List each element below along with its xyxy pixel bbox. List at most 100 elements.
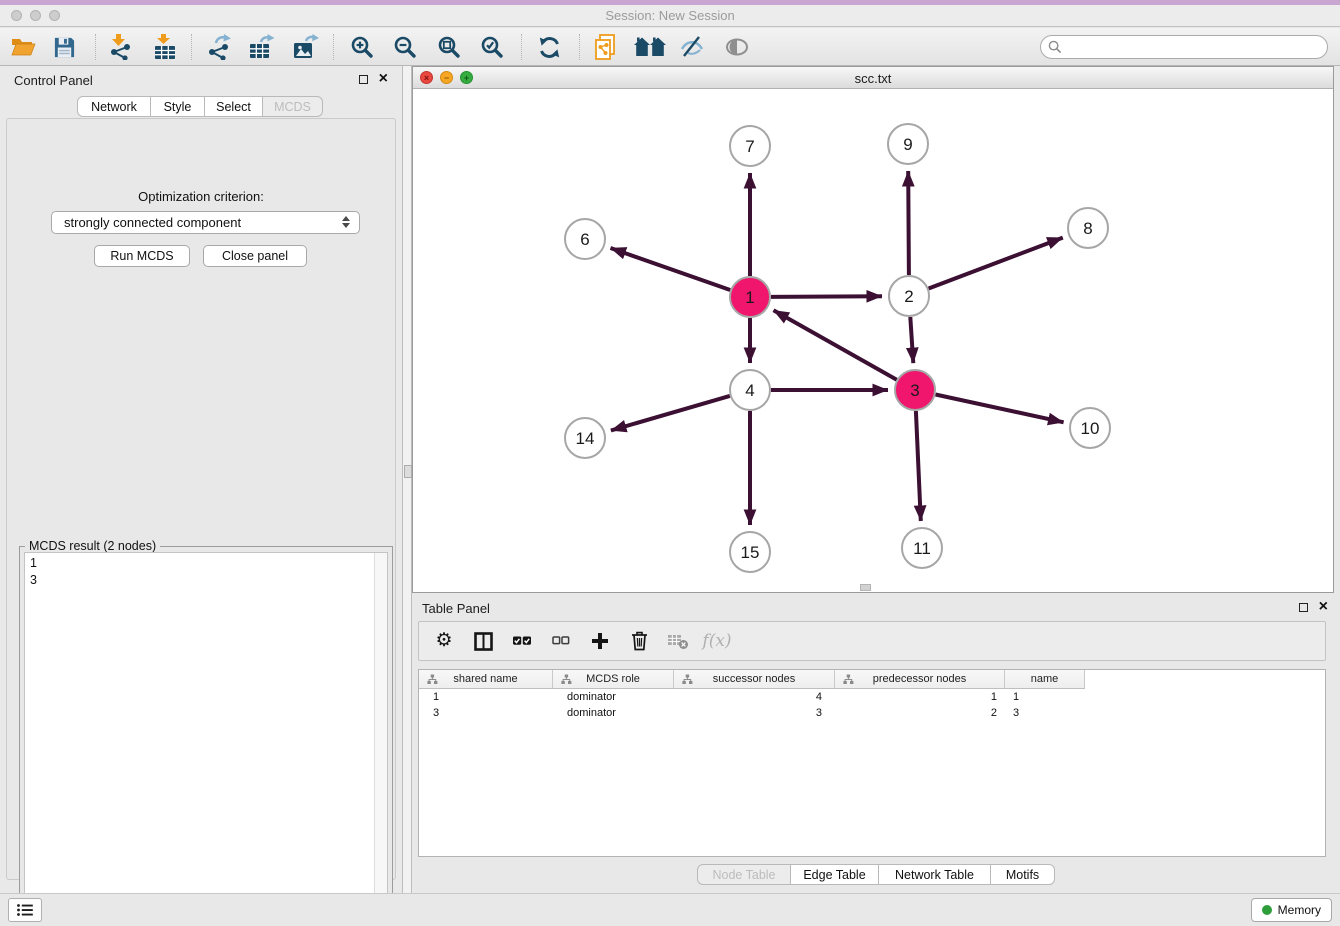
tab-edge-table[interactable]: Edge Table (791, 864, 879, 885)
session-title: Session: New Session (0, 8, 1340, 23)
svg-text:2: 2 (904, 287, 913, 306)
splitter-grip[interactable] (404, 465, 412, 478)
hierarchy-icon (427, 674, 438, 688)
toolbar-separator (191, 34, 192, 60)
node-11[interactable]: 11 (902, 528, 942, 568)
toolbar-separator (95, 34, 96, 60)
network-canvas[interactable]: 1 2 3 4 6 7 8 9 10 11 14 15 (413, 89, 1333, 592)
column-header-mcds-role[interactable]: MCDS role (553, 670, 674, 689)
tab-node-table[interactable]: Node Table (697, 864, 791, 885)
edge-2-8[interactable] (929, 238, 1063, 289)
tab-mcds[interactable]: MCDS (263, 96, 323, 117)
zoom-out-icon[interactable] (390, 33, 420, 61)
column-header-successor-nodes[interactable]: successor nodes (674, 670, 835, 689)
export-image-icon[interactable] (290, 33, 320, 61)
edge-2-9[interactable] (908, 171, 909, 275)
mcds-result-scrollbar[interactable] (374, 553, 387, 918)
tab-select[interactable]: Select (205, 96, 263, 117)
node-4[interactable]: 4 (730, 370, 770, 410)
memory-button[interactable]: Memory (1251, 898, 1332, 922)
network-scrollbar-thumb[interactable] (860, 584, 871, 591)
control-panel-title: Control Panel (14, 73, 93, 88)
edge-1-6[interactable] (611, 248, 731, 290)
table-tabs: Node Table Edge Table Network Table Moti… (697, 864, 1055, 886)
column-settings-icon[interactable]: ⚙ (433, 630, 455, 652)
edge-3-11[interactable] (916, 411, 921, 521)
node-9[interactable]: 9 (888, 124, 928, 164)
tab-network-table[interactable]: Network Table (879, 864, 991, 885)
table-float-panel-icon[interactable] (1299, 603, 1308, 612)
apply-layout-icon[interactable] (534, 33, 564, 61)
column-label: successor nodes (713, 673, 796, 685)
float-panel-icon[interactable] (359, 75, 368, 84)
edge-4-14[interactable] (611, 396, 730, 431)
new-network-from-file-icon[interactable] (590, 33, 620, 61)
node-10[interactable]: 10 (1070, 408, 1110, 448)
main-toolbar (0, 28, 1340, 66)
edge-3-10[interactable] (936, 395, 1064, 423)
export-table-icon[interactable] (246, 33, 276, 61)
run-mcds-button[interactable]: Run MCDS (94, 245, 190, 267)
svg-text:1: 1 (745, 288, 754, 307)
tab-motifs[interactable]: Motifs (991, 864, 1055, 885)
column-header-name[interactable]: name (1005, 670, 1085, 689)
svg-text:14: 14 (576, 429, 595, 448)
svg-text:10: 10 (1081, 419, 1100, 438)
table-cell: 1 (419, 689, 553, 705)
mcds-result-group: MCDS result (2 nodes) 1 3 (19, 546, 393, 925)
node-15[interactable]: 15 (730, 532, 770, 572)
column-label: name (1031, 673, 1059, 685)
node-8[interactable]: 8 (1068, 208, 1108, 248)
node-14[interactable]: 14 (565, 418, 605, 458)
optimization-criterion-dropdown[interactable]: strongly connected component (51, 211, 360, 234)
show-columns-icon[interactable] (472, 630, 494, 652)
hierarchy-icon (843, 674, 854, 688)
node-3[interactable]: 3 (895, 370, 935, 410)
edge-2-3[interactable] (910, 317, 913, 363)
svg-text:3: 3 (910, 381, 919, 400)
edge-1-2[interactable] (771, 296, 882, 297)
select-all-rows-icon[interactable] (511, 630, 533, 652)
import-network-icon[interactable] (105, 33, 135, 61)
mcds-result-text: 1 3 (30, 555, 369, 916)
tab-network[interactable]: Network (77, 96, 151, 117)
delete-table-icon[interactable] (667, 630, 689, 652)
close-panel-icon[interactable]: × (379, 70, 388, 88)
add-column-icon[interactable] (589, 630, 611, 652)
save-session-icon[interactable] (49, 33, 79, 61)
table-panel-title: Table Panel (422, 601, 490, 616)
column-header-shared-name[interactable]: shared name (419, 670, 553, 689)
memory-status-icon (1262, 905, 1272, 915)
column-header-predecessor-nodes[interactable]: predecessor nodes (835, 670, 1005, 689)
delete-column-icon[interactable] (628, 630, 650, 652)
tab-style[interactable]: Style (151, 96, 205, 117)
export-network-icon[interactable] (203, 33, 233, 61)
function-builder-icon[interactable]: f(x) (706, 630, 728, 652)
close-panel-button[interactable]: Close panel (203, 245, 307, 267)
first-neighbors-icon[interactable] (632, 33, 668, 61)
import-table-icon[interactable] (150, 33, 180, 61)
edge-3-1[interactable] (774, 310, 897, 379)
search-input[interactable] (1040, 35, 1328, 59)
network-view-window: × − + scc.txt 1234678910111415 (412, 66, 1334, 593)
deselect-all-rows-icon[interactable] (550, 630, 572, 652)
task-history-button[interactable] (8, 898, 42, 922)
hierarchy-icon (682, 674, 693, 688)
table-row[interactable]: 3dominator323 (419, 705, 1325, 721)
panel-splitter[interactable] (402, 66, 412, 893)
node-6[interactable]: 6 (565, 219, 605, 259)
table-row[interactable]: 1dominator411 (419, 689, 1325, 705)
node-1[interactable]: 1 (730, 277, 770, 317)
node-2[interactable]: 2 (889, 276, 929, 316)
zoom-selected-icon[interactable] (477, 33, 507, 61)
zoom-in-icon[interactable] (347, 33, 377, 61)
search-field-container (1040, 35, 1328, 59)
table-cell: dominator (553, 689, 674, 705)
show-graphics-details-icon[interactable] (722, 33, 752, 61)
table-panel: Table Panel × ⚙ f(x) shared name (412, 595, 1340, 893)
node-7[interactable]: 7 (730, 126, 770, 166)
table-close-panel-icon[interactable]: × (1319, 598, 1328, 616)
hide-graphics-details-icon[interactable] (677, 33, 707, 61)
open-file-icon[interactable] (8, 33, 38, 61)
zoom-fit-icon[interactable] (434, 33, 464, 61)
